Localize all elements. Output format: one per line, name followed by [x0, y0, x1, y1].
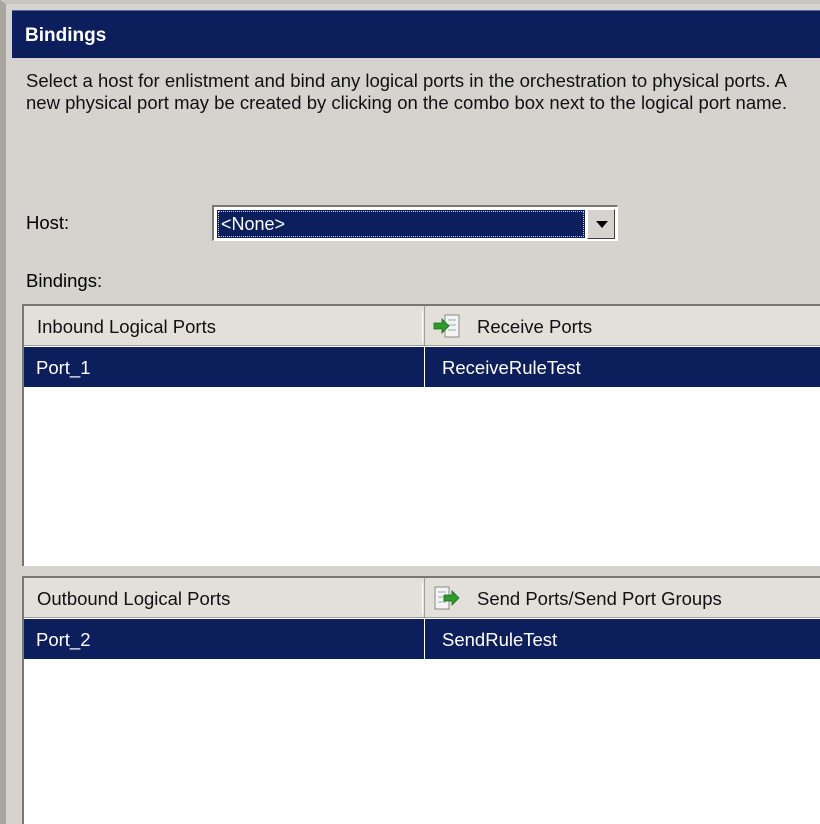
column-header-label: Receive Ports	[477, 316, 593, 337]
logical-port-cell[interactable]: Port_2	[24, 619, 425, 659]
description-text: Select a host for enlistment and bind an…	[26, 70, 787, 113]
grid-header: Outbound Logical Ports Send Ports/Send P…	[24, 578, 820, 618]
column-header-send-ports[interactable]: Send Ports/Send Port Groups	[425, 578, 820, 618]
column-header-inbound-logical-ports[interactable]: Inbound Logical Ports	[24, 306, 425, 346]
outbound-bindings-grid[interactable]: Outbound Logical Ports Send Ports/Send P…	[22, 576, 820, 824]
logical-port-cell[interactable]: Port_1	[24, 347, 425, 387]
column-header-outbound-logical-ports[interactable]: Outbound Logical Ports	[24, 578, 425, 618]
receive-port-icon	[433, 314, 460, 338]
host-selected-value[interactable]: <None>	[217, 210, 585, 238]
send-port-icon	[434, 586, 460, 610]
grid-header: Inbound Logical Ports Receive Ports	[24, 306, 820, 346]
physical-port-cell[interactable]: ReceiveRuleTest	[425, 347, 820, 387]
column-header-label: Send Ports/Send Port Groups	[477, 588, 722, 609]
table-row[interactable]: Port_2 SendRuleTest	[24, 619, 820, 659]
column-header-receive-ports[interactable]: Receive Ports	[425, 306, 820, 346]
host-label: Host:	[26, 212, 70, 233]
page-title: Bindings	[12, 10, 820, 58]
host-combobox[interactable]: <None>	[212, 205, 618, 241]
inbound-bindings-grid[interactable]: Inbound Logical Ports Receive Ports Port…	[22, 304, 820, 566]
chevron-down-icon[interactable]	[587, 209, 615, 239]
table-row[interactable]: Port_1 ReceiveRuleTest	[24, 347, 820, 387]
physical-port-cell[interactable]: SendRuleTest	[425, 619, 820, 659]
bindings-label: Bindings:	[26, 270, 103, 291]
